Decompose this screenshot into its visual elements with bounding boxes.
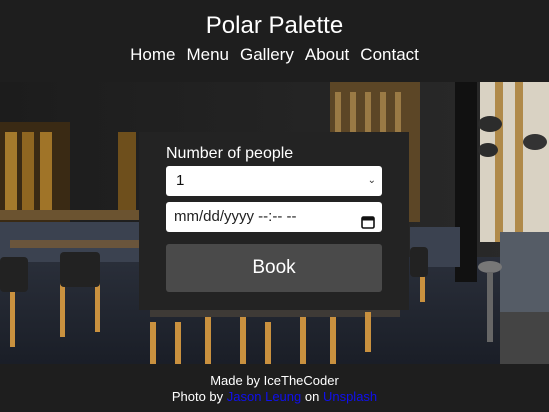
site-header: Polar Palette Home Menu Gallery About Co… — [0, 0, 549, 82]
nav-menu[interactable]: Menu — [186, 45, 229, 65]
site-title: Polar Palette — [205, 12, 344, 39]
photo-credit: Photo by Jason Leung on Unsplash — [0, 389, 549, 404]
calendar-icon[interactable] — [361, 210, 375, 240]
people-select-value: 1 — [176, 172, 185, 189]
nav-about[interactable]: About — [305, 45, 349, 65]
photographer-link[interactable]: Jason Leung — [227, 389, 301, 404]
people-label: Number of people — [166, 145, 294, 162]
main-nav: Home Menu Gallery About Contact — [0, 45, 549, 65]
chevron-down-icon: ⌄ — [367, 175, 376, 186]
nav-contact[interactable]: Contact — [360, 45, 419, 65]
nav-home[interactable]: Home — [130, 45, 175, 65]
unsplash-link[interactable]: Unsplash — [323, 389, 377, 404]
people-select[interactable]: 1 ⌄ — [166, 166, 382, 196]
made-by-text: Made by IceTheCoder — [210, 373, 339, 388]
photo-credit-prefix: Photo by — [171, 389, 224, 404]
datetime-input[interactable]: mm/dd/yyyy --:-- -- — [166, 202, 382, 232]
nav-gallery[interactable]: Gallery — [240, 45, 294, 65]
photo-credit-on: on — [304, 389, 320, 404]
datetime-placeholder: mm/dd/yyyy --:-- -- — [174, 208, 297, 225]
book-button[interactable]: Book — [166, 244, 382, 292]
site-footer: Made by IceTheCoder Photo by Jason Leung… — [0, 364, 549, 412]
